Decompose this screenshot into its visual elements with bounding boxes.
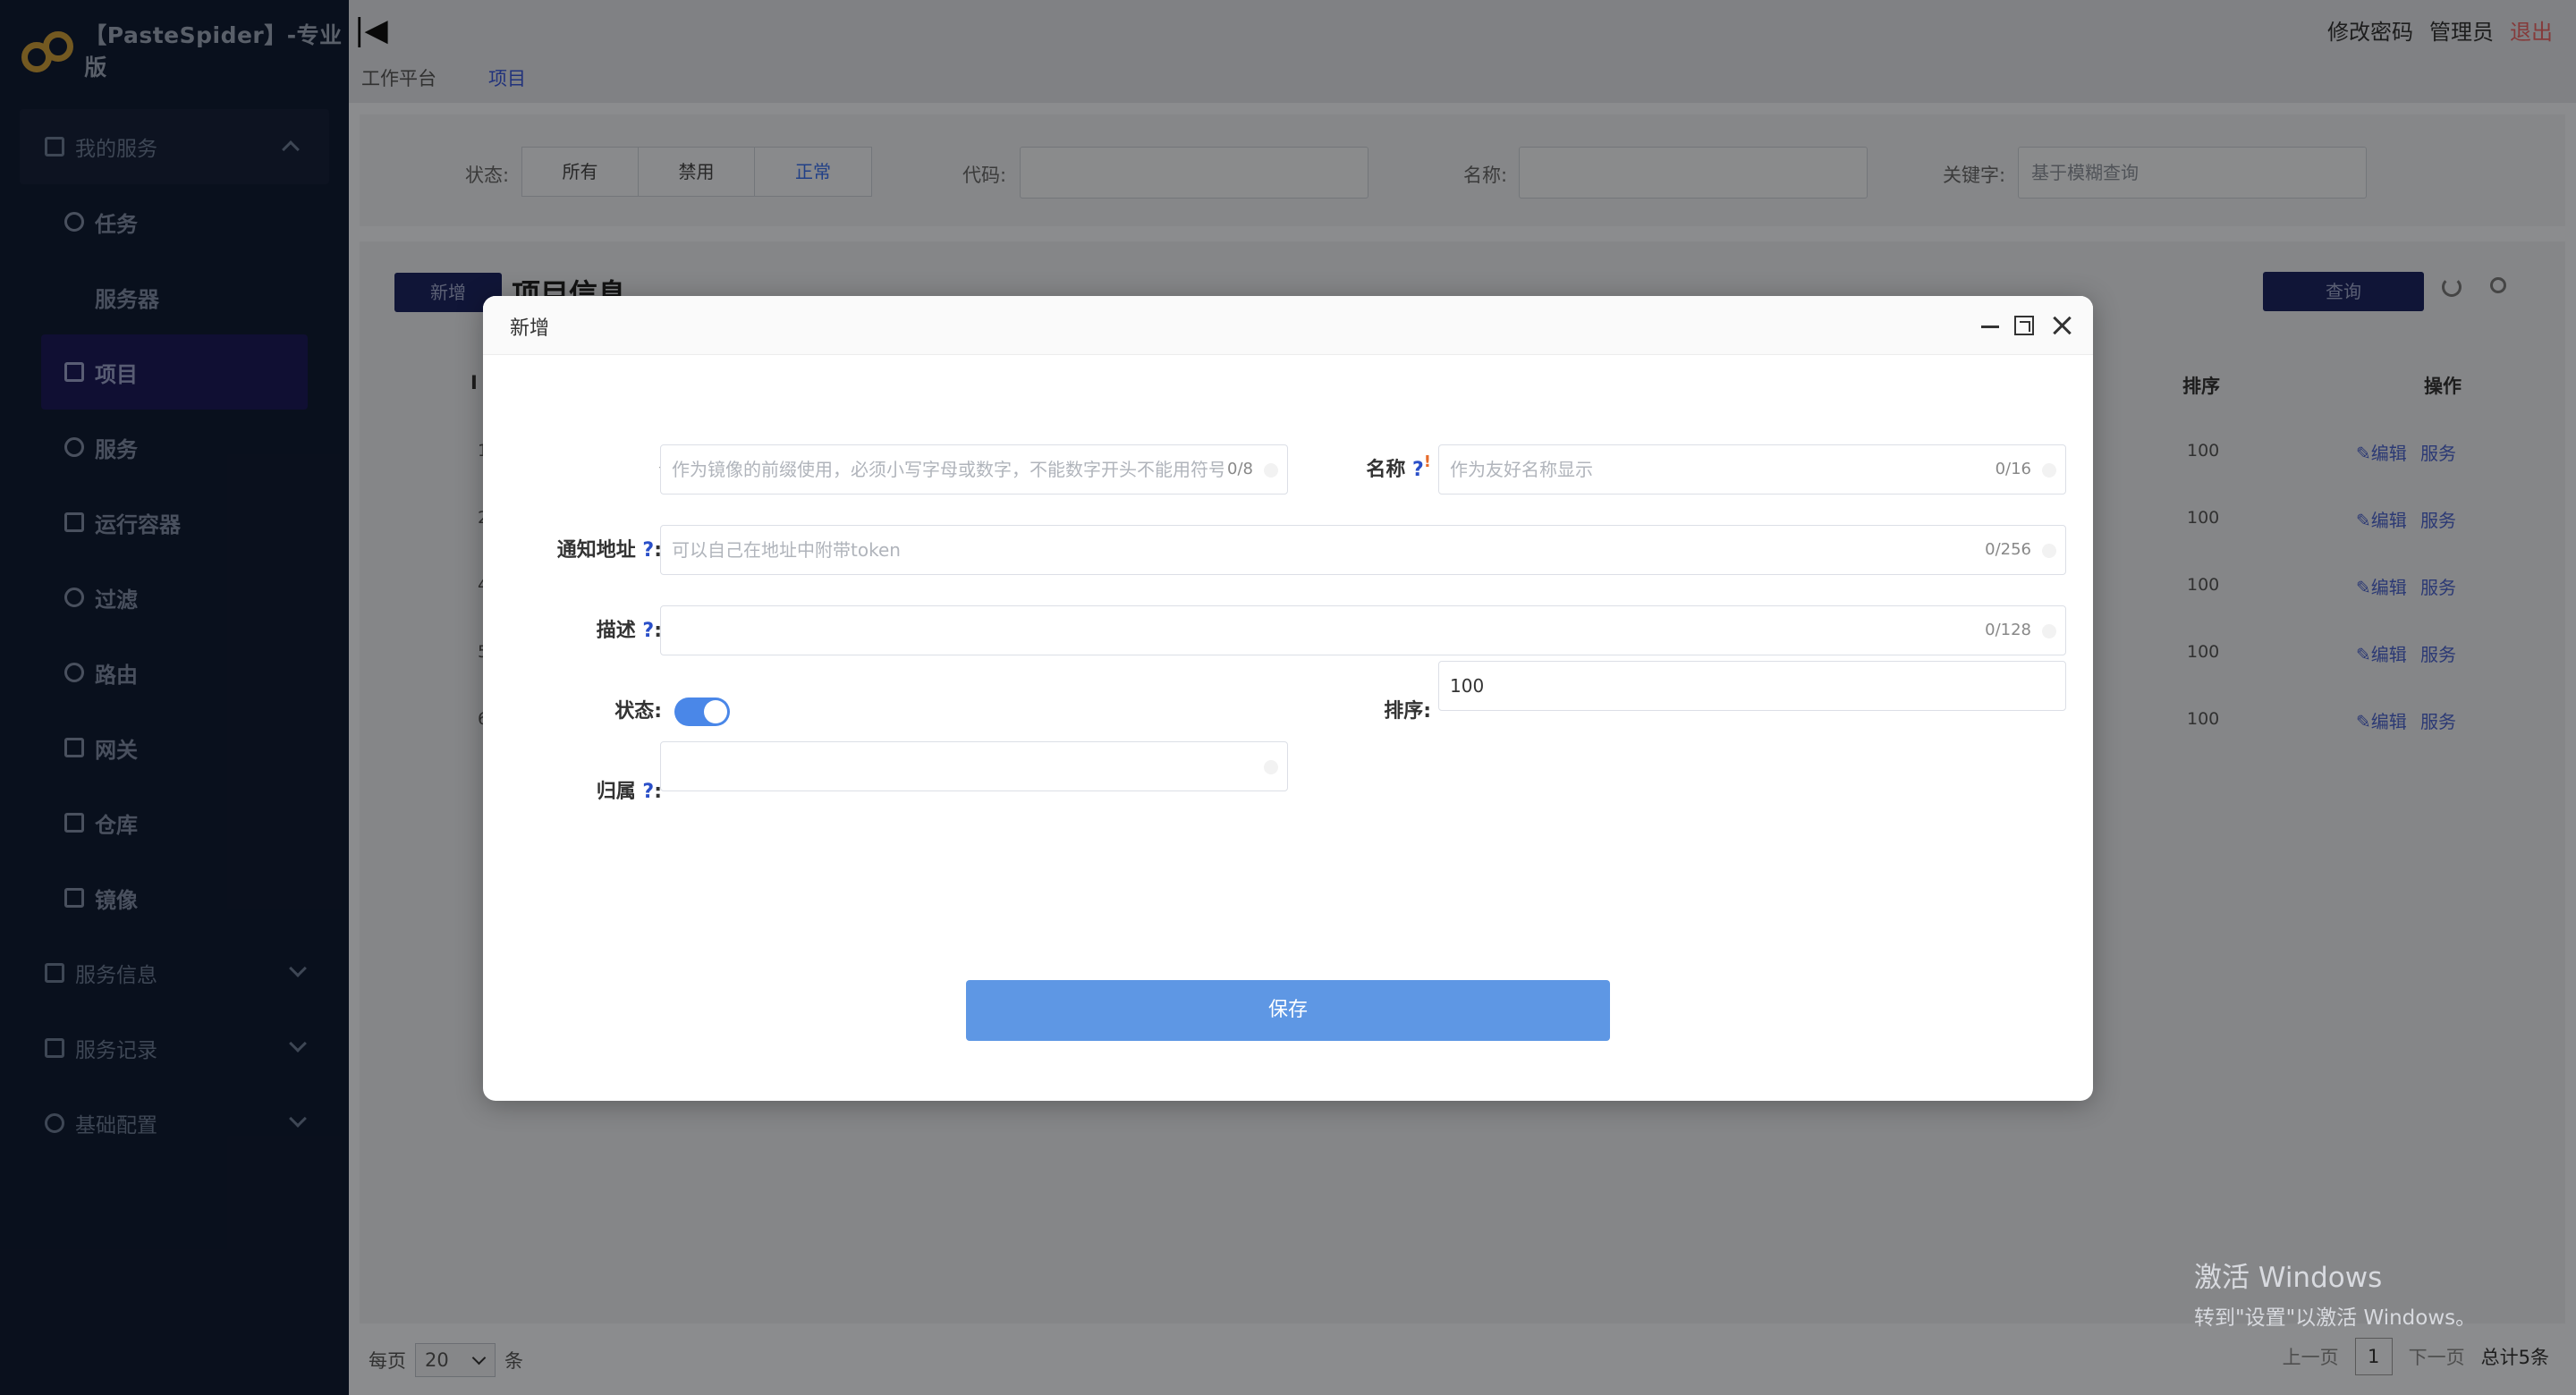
owner-select[interactable] [660, 741, 1288, 791]
code-input-placeholder: 作为镜像的前缀使用，必须小写字母或数字，不能数字开头不能用符号 [672, 459, 1226, 480]
name-input[interactable]: 作为友好名称显示 0/16 [1438, 444, 2066, 495]
notify-label-text: 通知地址 [556, 539, 636, 562]
sort-field-label: 排序: [1279, 686, 1431, 738]
notify-input-placeholder: 可以自己在地址中附带token [672, 539, 901, 561]
close-icon[interactable] [2050, 314, 2073, 337]
help-icon[interactable]: ? [1412, 459, 1424, 481]
sort-label-text: 排序: [1384, 700, 1431, 723]
name-input-placeholder: 作为友好名称显示 [1450, 459, 1593, 480]
owner-label-text: 归属 [596, 781, 636, 803]
help-icon[interactable]: ? [642, 539, 654, 562]
minimize-icon[interactable] [1979, 314, 2002, 337]
required-icon: ! [1423, 452, 1431, 471]
notify-url-input[interactable]: 可以自己在地址中附带token 0/256 [660, 525, 2066, 575]
status-toggle[interactable] [674, 698, 730, 726]
clear-icon[interactable] [1264, 760, 1278, 774]
code-char-count: 0/8 [1224, 445, 1253, 494]
maximize-icon[interactable] [2014, 316, 2034, 335]
watermark-subtitle: 转到"设置"以激活 Windows。 [2194, 1306, 2477, 1330]
help-icon[interactable]: ? [642, 781, 654, 803]
status-field-label: 状态: [492, 686, 662, 738]
code-input[interactable]: 作为镜像的前缀使用，必须小写字母或数字，不能数字开头不能用符号 0/8 [660, 444, 1288, 495]
help-icon[interactable]: ? [642, 620, 654, 642]
toggle-knob [704, 700, 727, 723]
clear-icon[interactable] [2042, 624, 2056, 638]
clear-icon[interactable] [1264, 463, 1278, 478]
owner-field-label: 归属 ?: [492, 766, 662, 818]
clear-icon[interactable] [2042, 463, 2056, 478]
name-char-count: 0/16 [1995, 460, 2031, 478]
desc-label-text: 描述 [596, 620, 636, 642]
windows-activation-watermark: 激活 Windows 转到"设置"以激活 Windows。 [2194, 1255, 2476, 1331]
sort-input[interactable]: 100 [1438, 661, 2066, 711]
desc-char-count: 0/128 [1985, 621, 2031, 639]
notify-char-count: 0/256 [1985, 540, 2031, 559]
desc-field-label: 描述 ?: [492, 605, 662, 657]
clear-icon[interactable] [2042, 544, 2056, 558]
name-field-label: 名称 ?! [1279, 444, 1431, 497]
add-project-dialog: 新增 代码 ?! 作为镜像的前缀使用，必须小写字母或数字，不能数字开头不能用符号… [483, 296, 2093, 1101]
dialog-header: 新增 [483, 296, 2093, 355]
name-label-text: 名称 [1366, 459, 1406, 481]
save-button[interactable]: 保存 [966, 980, 1610, 1041]
dialog-title: 新增 [510, 317, 550, 340]
watermark-title: 激活 Windows [2194, 1262, 2383, 1294]
notify-field-label: 通知地址 ?: [492, 525, 662, 577]
status-label-text: 状态: [614, 700, 662, 723]
description-input[interactable]: 0/128 [660, 605, 2066, 655]
